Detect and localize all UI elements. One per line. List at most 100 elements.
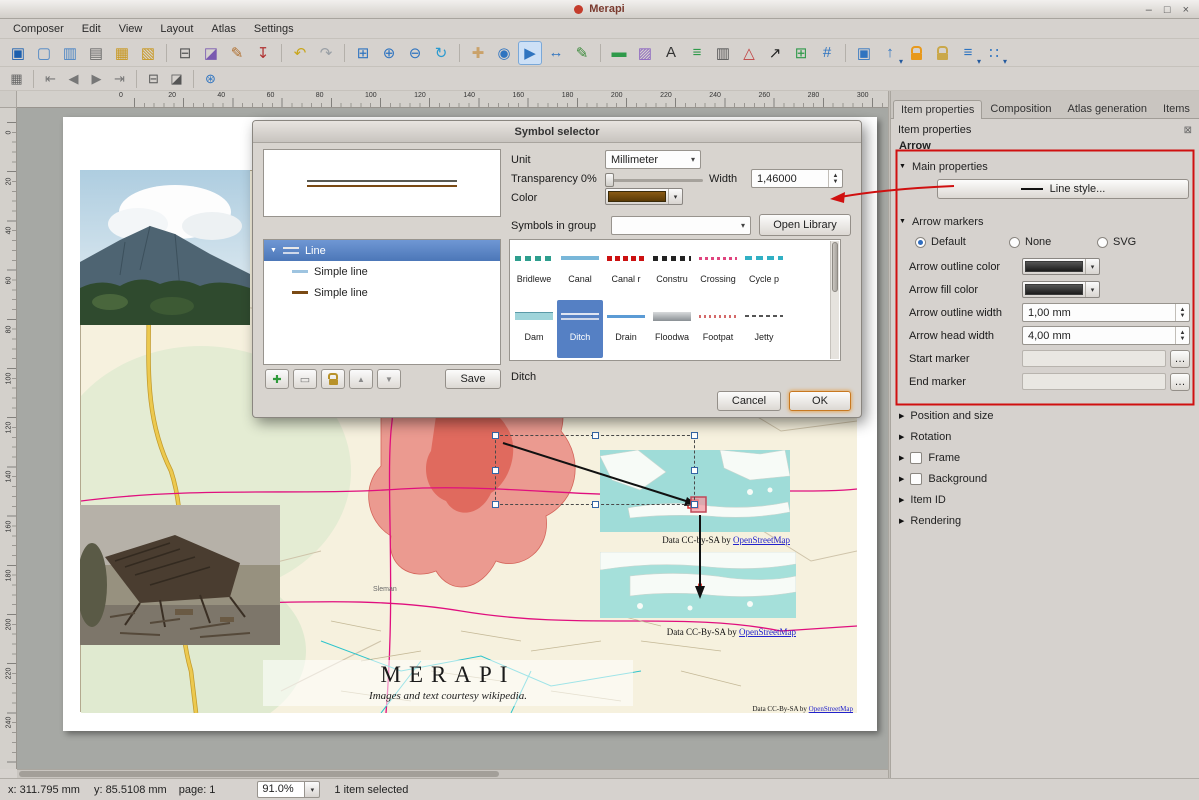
selection-handle[interactable] (592, 501, 599, 508)
add-arrow-icon[interactable]: ↗ (763, 41, 787, 65)
remove-symbol-layer-button[interactable] (293, 369, 317, 389)
raise-items-icon[interactable]: ↑ (878, 41, 902, 65)
lock-items-icon[interactable] (904, 41, 928, 65)
line-style-button[interactable]: Line style... (937, 179, 1189, 199)
tree-item-simple-line[interactable]: Simple line (264, 261, 500, 282)
end-marker-browse-button[interactable]: … (1170, 373, 1190, 391)
atlas-preview-icon[interactable]: ▦ (6, 69, 27, 89)
atlas-next-feature-icon[interactable]: ▶ (86, 69, 107, 89)
radio-icon[interactable] (915, 237, 926, 248)
zoom-out-icon[interactable]: ⊖ (403, 41, 427, 65)
symbol-cell[interactable]: LockedR (557, 358, 603, 361)
distribute-items-icon[interactable]: ∷ (982, 41, 1006, 65)
house-photo-item[interactable] (80, 505, 280, 645)
print-atlas-icon[interactable]: ⊟ (143, 69, 164, 89)
print-icon[interactable]: ⊟ (173, 41, 197, 65)
transparency-slider[interactable] (605, 172, 703, 188)
zoom-tool-icon[interactable]: ◉ (492, 41, 516, 65)
select-move-item-icon[interactable]: ▶ (518, 41, 542, 65)
panel-section[interactable]: Item ID (891, 489, 1199, 510)
add-scalebar-icon[interactable]: ▥ (711, 41, 735, 65)
symbol-cell[interactable]: Footpat (695, 300, 741, 358)
add-legend-icon[interactable]: ≡ (685, 41, 709, 65)
panel-section[interactable]: Position and size (891, 405, 1199, 426)
composer-manager-icon[interactable]: ▤ (84, 41, 108, 65)
scrollbar-thumb[interactable] (832, 242, 838, 292)
end-marker-field[interactable] (1022, 373, 1166, 390)
panel-tab[interactable]: Composition (982, 99, 1059, 118)
add-image-icon[interactable]: ▨ (633, 41, 657, 65)
menu-item[interactable]: Settings (245, 19, 303, 39)
zoom-combo[interactable]: 91.0% (257, 781, 320, 798)
edit-nodes-icon[interactable]: ✎ (570, 41, 594, 65)
chevron-down-icon[interactable] (305, 781, 320, 798)
section-checkbox[interactable] (910, 452, 922, 464)
add-table-icon[interactable]: ⊞ (789, 41, 813, 65)
panel-detach-icon[interactable] (1184, 125, 1192, 136)
open-library-button[interactable]: Open Library (759, 214, 851, 236)
osm-link[interactable]: OpenStreetMap (739, 627, 796, 637)
panel-tab[interactable]: Items (1155, 99, 1198, 118)
pan-icon[interactable]: ✚ (466, 41, 490, 65)
add-label-icon[interactable]: A (659, 41, 683, 65)
marker-svg-option[interactable]: SVG (1097, 236, 1136, 248)
new-composer-icon[interactable]: ▢ (32, 41, 56, 65)
lock-color-button[interactable] (321, 369, 345, 389)
symbol-selector-dialog[interactable]: Symbol selector Unit Millimeter Transpar… (252, 120, 862, 418)
arrow-fill-color-button[interactable] (1022, 281, 1100, 298)
selection-handle[interactable] (492, 432, 499, 439)
symbol-cell[interactable]: Ditch (557, 300, 603, 358)
selection-handle[interactable] (691, 467, 698, 474)
menu-item[interactable]: Atlas (202, 19, 244, 39)
radio-icon[interactable] (1097, 237, 1108, 248)
chevron-down-icon[interactable] (668, 189, 682, 204)
symbol-cell[interactable]: Constru (649, 242, 695, 300)
menu-item[interactable]: View (110, 19, 152, 39)
symbols-group-combo[interactable] (611, 216, 751, 235)
minimize-button[interactable]: – (1146, 4, 1152, 16)
unit-combo[interactable]: Millimeter (605, 150, 701, 169)
start-marker-field[interactable] (1022, 350, 1166, 367)
selection-handle[interactable] (691, 501, 698, 508)
move-layer-down-button[interactable] (377, 369, 401, 389)
menu-item[interactable]: Edit (73, 19, 110, 39)
spinner-arrows-icon[interactable] (1175, 327, 1189, 344)
atlas-last-feature-icon[interactable]: ⇥ (109, 69, 130, 89)
osm-link[interactable]: OpenStreetMap (809, 705, 853, 713)
tree-item-simple-line[interactable]: Simple line (264, 282, 500, 303)
width-spinner[interactable]: 1,46000 (751, 169, 843, 188)
zoom-value[interactable]: 91.0% (257, 781, 305, 798)
symbol-cell[interactable]: Crossing (695, 242, 741, 300)
marker-none-option[interactable]: None (1009, 236, 1097, 248)
start-marker-browse-button[interactable]: … (1170, 350, 1190, 368)
main-properties-header[interactable]: Main properties (891, 156, 1199, 177)
spinner-arrows-icon[interactable] (1175, 304, 1189, 321)
tree-item-line[interactable]: Line (264, 240, 500, 261)
chevron-down-icon[interactable] (1085, 259, 1099, 274)
save-symbol-button[interactable]: Save (445, 369, 501, 389)
atlas-previous-feature-icon[interactable]: ◀ (63, 69, 84, 89)
arrow-outline-width-spinner[interactable]: 1,00 mm (1022, 303, 1190, 322)
symbol-cell[interactable]: Drain (603, 300, 649, 358)
zoom-full-icon[interactable]: ⊞ (351, 41, 375, 65)
duplicate-composer-icon[interactable]: ▥ (58, 41, 82, 65)
scrollbar-thumb[interactable] (19, 771, 499, 777)
panel-tab[interactable]: Atlas generation (1060, 99, 1156, 118)
undo-icon[interactable]: ↶ (288, 41, 312, 65)
symbol-cell[interactable]: Canal r (603, 242, 649, 300)
selection-handle[interactable] (592, 432, 599, 439)
symbol-cell[interactable]: Living s (511, 358, 557, 361)
selection-handle[interactable] (691, 432, 698, 439)
load-template-icon[interactable]: ▦ (110, 41, 134, 65)
export-image-icon[interactable]: ◪ (199, 41, 223, 65)
arrow-markers-header[interactable]: Arrow markers (891, 211, 1199, 232)
save-template-icon[interactable]: ▧ (136, 41, 160, 65)
unlock-items-icon[interactable] (930, 41, 954, 65)
symbol-cell[interactable]: Jetty (741, 300, 787, 358)
dialog-title[interactable]: Symbol selector (253, 121, 861, 143)
panel-section[interactable]: Rotation (891, 426, 1199, 447)
add-html-icon[interactable]: # (815, 41, 839, 65)
symbol-cell[interactable]: Floodwa (649, 300, 695, 358)
inset-map-detail-item[interactable] (600, 552, 796, 618)
menu-item[interactable]: Layout (151, 19, 202, 39)
